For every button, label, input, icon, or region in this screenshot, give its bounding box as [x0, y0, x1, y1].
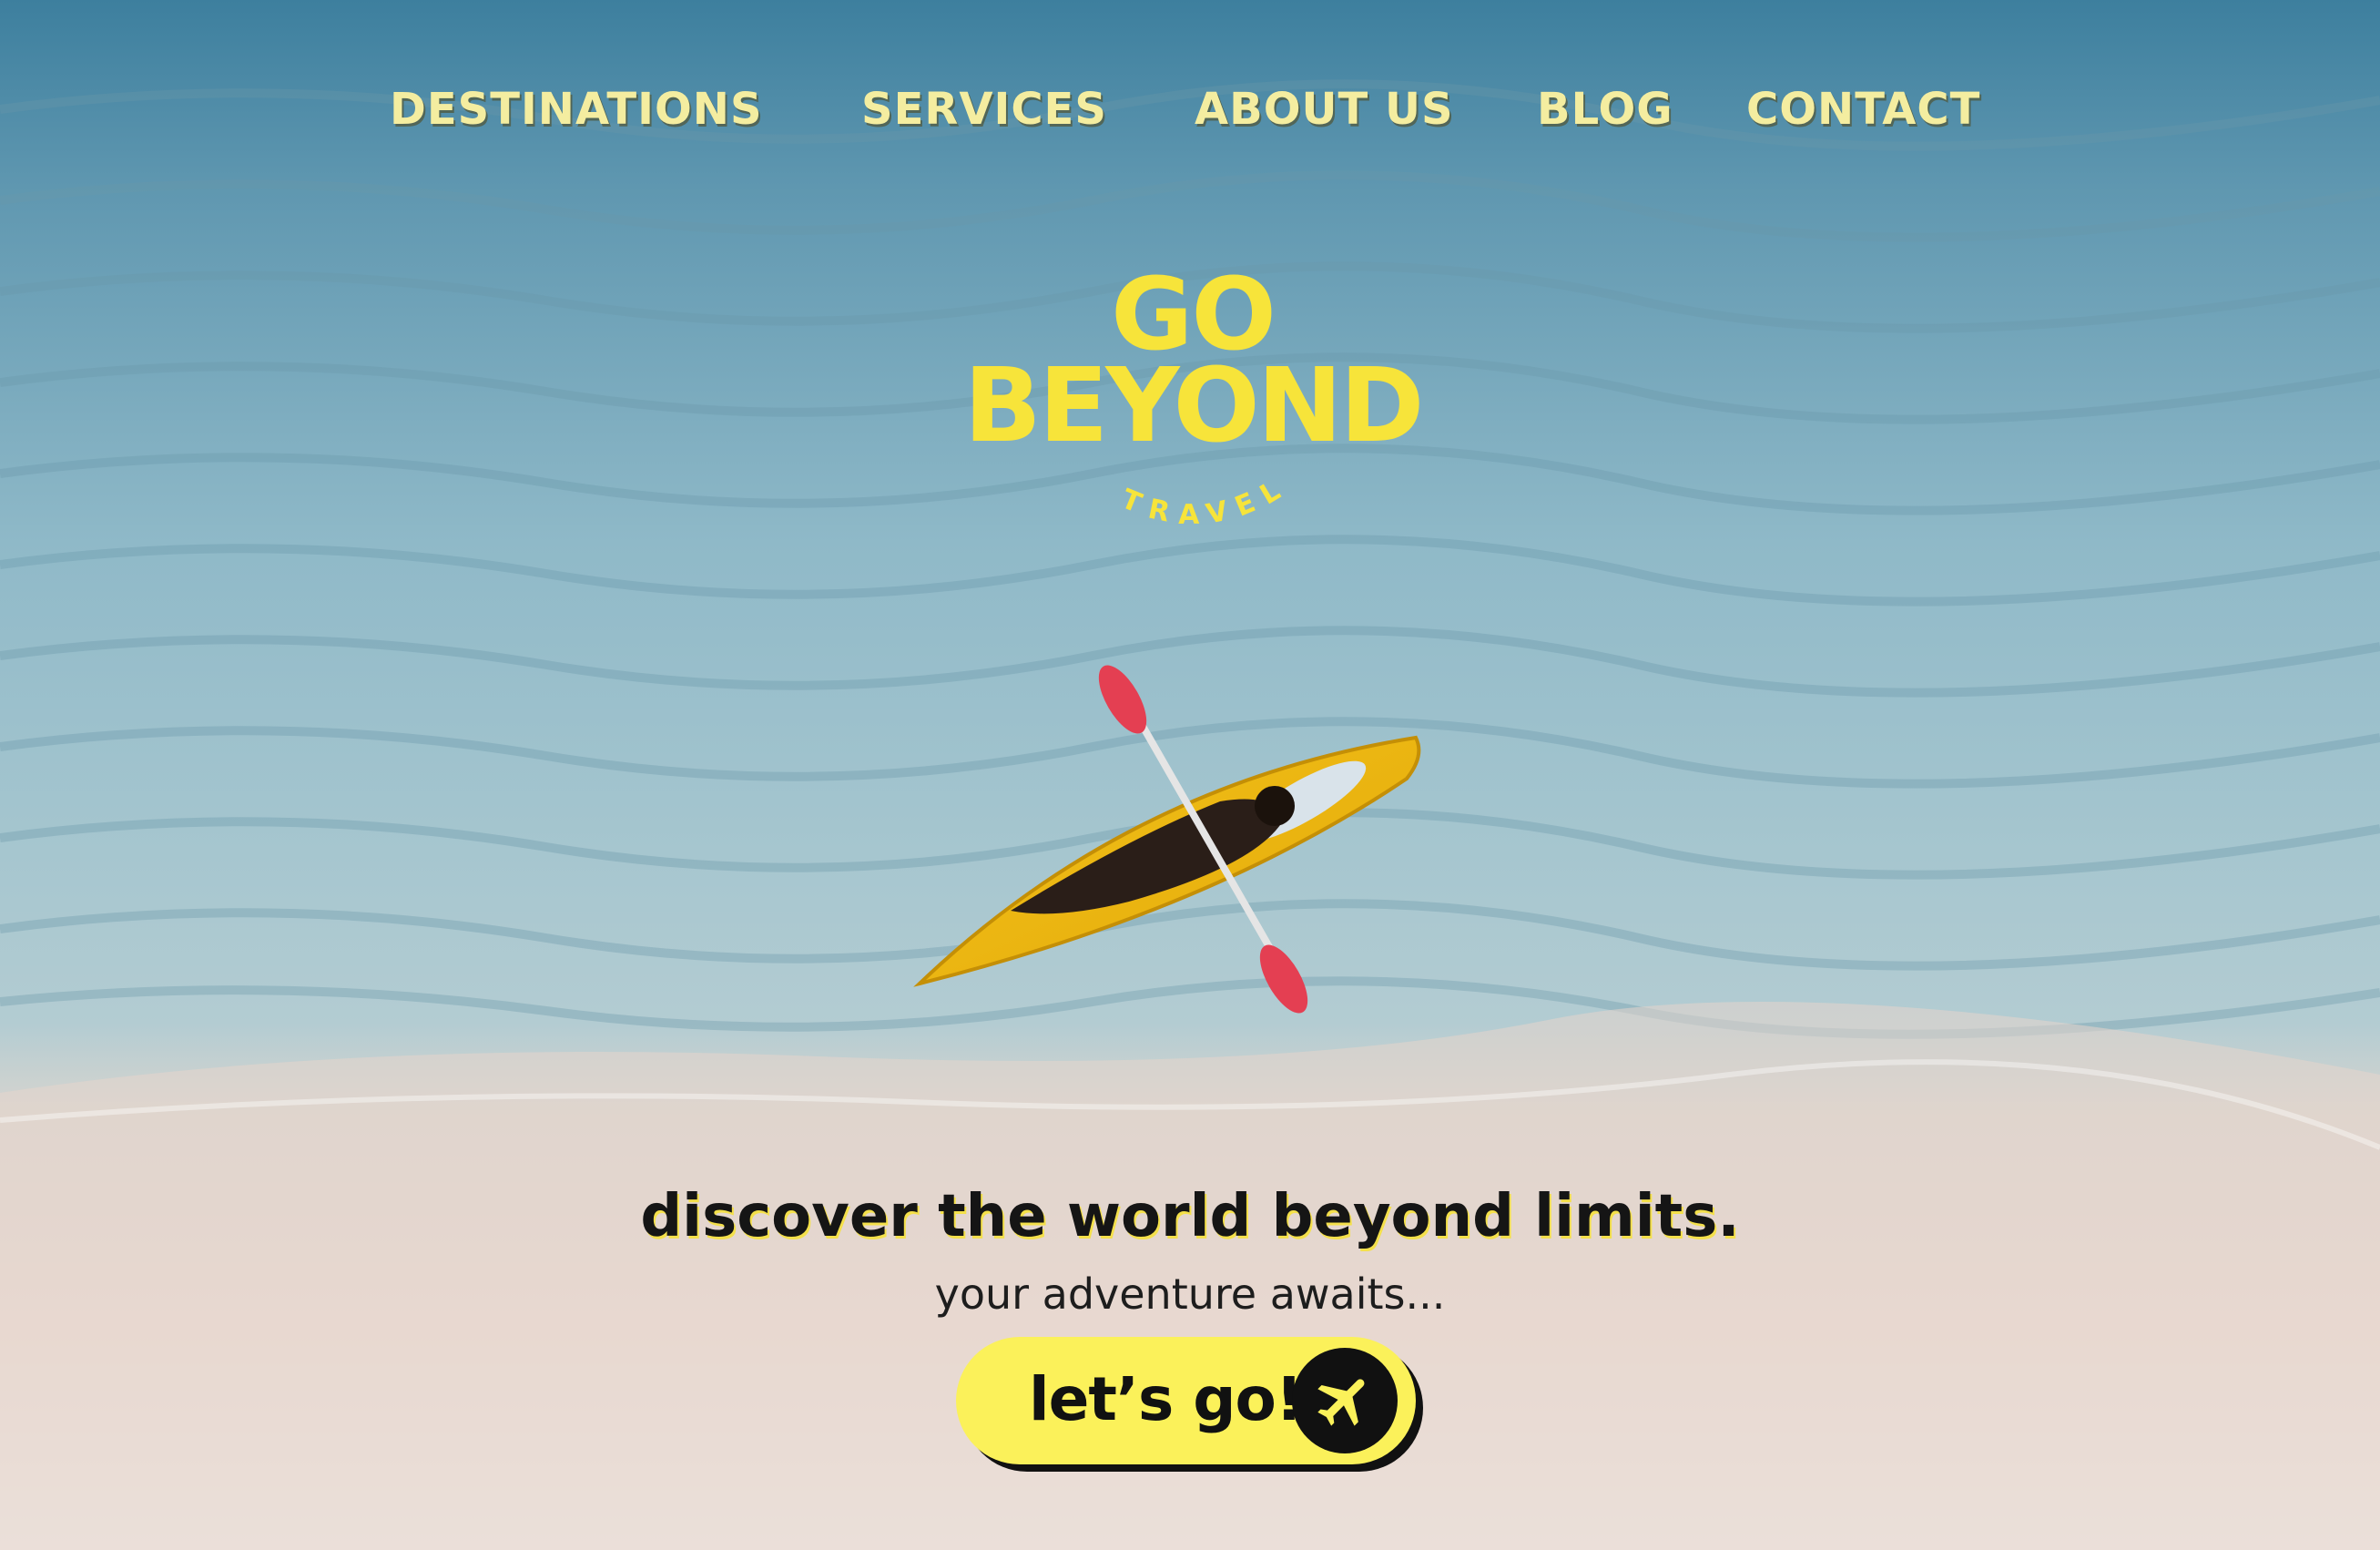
hero-section: DESTINATIONS SERVICES ABOUT US BLOG CONT… [0, 0, 2380, 1550]
main-nav: DESTINATIONS SERVICES ABOUT US BLOG CONT… [0, 84, 2380, 148]
lets-go-button[interactable]: let’s go! [956, 1337, 1416, 1464]
logo-tagline-text: TRAVEL [1117, 470, 1285, 532]
logo-tagline-travel: TRAVEL [1117, 470, 1296, 532]
hero-headline: discover the world beyond limits. [640, 1182, 1740, 1250]
lets-go-button-label: let’s go! [1029, 1364, 1303, 1434]
nav-link-destinations[interactable]: DESTINATIONS [390, 84, 763, 135]
brand-logo[interactable]: GO BEYOND TRAVEL [920, 264, 1466, 546]
nav-link-contact[interactable]: CONTACT [1746, 84, 1980, 135]
nav-link-about-us[interactable]: ABOUT US [1195, 84, 1454, 135]
nav-link-services[interactable]: SERVICES [861, 84, 1107, 135]
airplane-icon [1292, 1348, 1398, 1453]
nav-link-blog[interactable]: BLOG [1537, 84, 1673, 135]
hero-subheadline: your adventure awaits... [934, 1270, 1446, 1319]
logo-text-beyond: BEYOND [963, 347, 1425, 465]
svg-text:TRAVEL: TRAVEL [1117, 470, 1296, 532]
